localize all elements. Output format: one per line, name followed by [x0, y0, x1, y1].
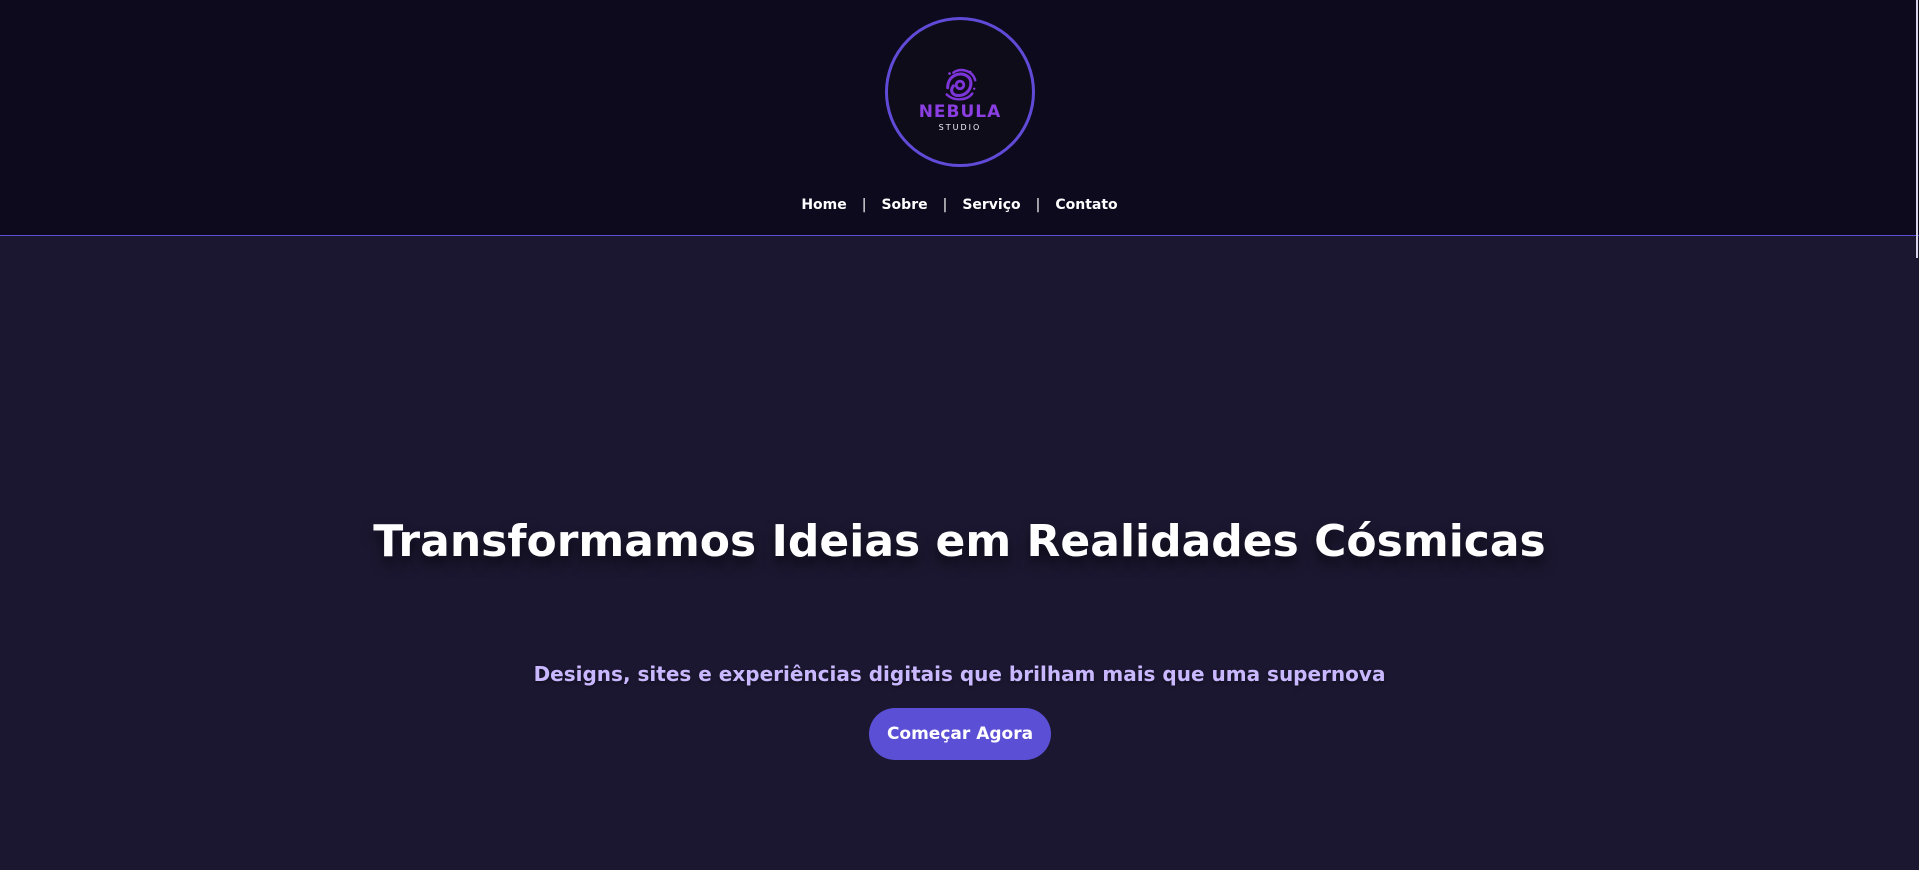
- logo-title: NEBULA: [918, 101, 1002, 122]
- nav-separator: |: [861, 197, 867, 213]
- spiral-galaxy-icon: [945, 68, 977, 101]
- nav-home-link[interactable]: Home: [801, 197, 846, 213]
- comecar-agora-button[interactable]: Começar Agora: [869, 708, 1051, 760]
- hero-title: Transformamos Ideias em Realidades Cósmi…: [373, 516, 1546, 567]
- nav-sobre-link[interactable]: Sobre: [881, 197, 927, 213]
- nebula-studio-logo[interactable]: NEBULA STUDIO: [885, 17, 1035, 167]
- landing-page: NEBULA STUDIO Home | Sobre | Serviço | C…: [0, 0, 1919, 870]
- nav-separator: |: [1035, 197, 1041, 213]
- logo-subtitle: STUDIO: [938, 122, 982, 132]
- scrollbar-thumb[interactable]: [1916, 0, 1918, 258]
- primary-navigation: Home | Sobre | Serviço | Contato: [0, 195, 1919, 215]
- vertical-scrollbar[interactable]: [1915, 0, 1919, 870]
- hero-subtitle: Designs, sites e experiências digitais q…: [533, 662, 1386, 686]
- nav-servico-link[interactable]: Serviço: [962, 197, 1020, 213]
- site-header: NEBULA STUDIO Home | Sobre | Serviço | C…: [0, 0, 1919, 236]
- nav-separator: |: [942, 197, 948, 213]
- nav-contato-link[interactable]: Contato: [1055, 197, 1117, 213]
